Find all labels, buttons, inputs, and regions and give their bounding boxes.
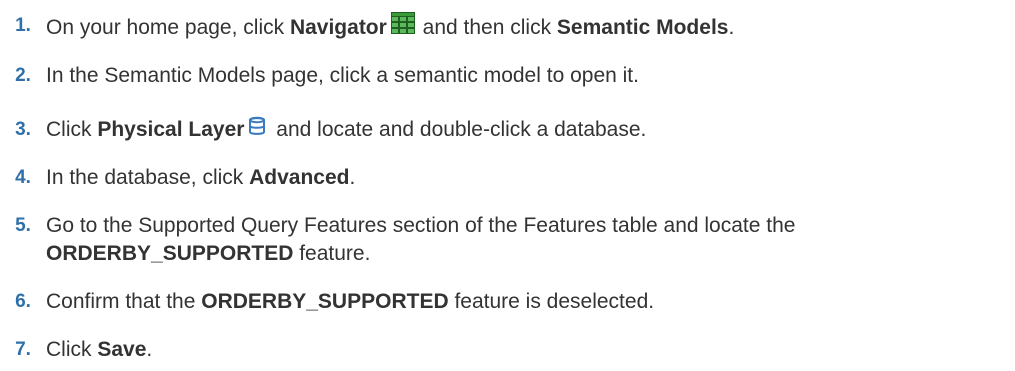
save-label: Save bbox=[97, 338, 147, 361]
step-1: 1. On your home page, click Navigator an… bbox=[0, 12, 1015, 42]
physical-layer-label: Physical Layer bbox=[97, 118, 245, 141]
step-text-part: feature is deselected. bbox=[448, 290, 655, 313]
step-text: In the database, click Advanced. bbox=[46, 164, 1015, 192]
step-text-part: Click bbox=[46, 118, 98, 141]
step-text: Click Save. bbox=[46, 336, 1015, 364]
step-2: 2. In the Semantic Models page, click a … bbox=[0, 62, 1015, 90]
step-text-part: In the database, click bbox=[46, 166, 250, 189]
step-5: 5. Go to the Supported Query Features se… bbox=[0, 212, 1015, 268]
step-number: 3. bbox=[15, 119, 31, 140]
step-text: On your home page, click Navigator and t… bbox=[46, 12, 1015, 42]
step-number: 6. bbox=[15, 291, 31, 312]
step-text: Confirm that the ORDERBY_SUPPORTED featu… bbox=[46, 288, 1015, 316]
step-7: 7. Click Save. bbox=[0, 336, 1015, 364]
database-icon bbox=[248, 116, 266, 136]
step-text-part: . bbox=[728, 16, 735, 39]
orderby-supported-label: ORDERBY_SUPPORTED bbox=[46, 242, 294, 265]
step-4: 4. In the database, click Advanced. bbox=[0, 164, 1015, 192]
step-text-part: Confirm that the bbox=[46, 290, 202, 313]
step-number: 4. bbox=[15, 167, 31, 188]
step-text-part: and then click bbox=[422, 16, 557, 39]
orderby-supported-label: ORDERBY_SUPPORTED bbox=[201, 290, 449, 313]
step-6: 6. Confirm that the ORDERBY_SUPPORTED fe… bbox=[0, 288, 1015, 316]
grid-icon bbox=[390, 12, 415, 34]
step-text-part: . bbox=[349, 166, 356, 189]
semantic-models-label: Semantic Models bbox=[556, 16, 729, 39]
step-text-part: and locate and double-click a database. bbox=[276, 118, 647, 141]
instruction-steps: 1. On your home page, click Navigator an… bbox=[0, 0, 1015, 364]
step-number: 7. bbox=[15, 339, 31, 360]
navigator-label: Navigator bbox=[289, 16, 387, 39]
step-number: 2. bbox=[15, 65, 31, 86]
step-text-part: . bbox=[146, 338, 153, 361]
step-number: 5. bbox=[15, 215, 31, 236]
step-text: Click Physical Layer and locate and doub… bbox=[46, 116, 1015, 144]
step-text-part: feature. bbox=[293, 242, 371, 265]
step-text: In the Semantic Models page, click a sem… bbox=[46, 64, 639, 87]
step-number: 1. bbox=[15, 15, 31, 36]
advanced-label: Advanced bbox=[249, 166, 350, 189]
step-text: Go to the Supported Query Features secti… bbox=[46, 212, 1015, 268]
step-text-part: On your home page, click bbox=[46, 16, 290, 39]
step-3: 3. Click Physical Layer and locate and d… bbox=[0, 116, 1015, 144]
step-text-part: Go to the Supported Query Features secti… bbox=[46, 214, 796, 237]
step-text-part: Click bbox=[46, 338, 98, 361]
